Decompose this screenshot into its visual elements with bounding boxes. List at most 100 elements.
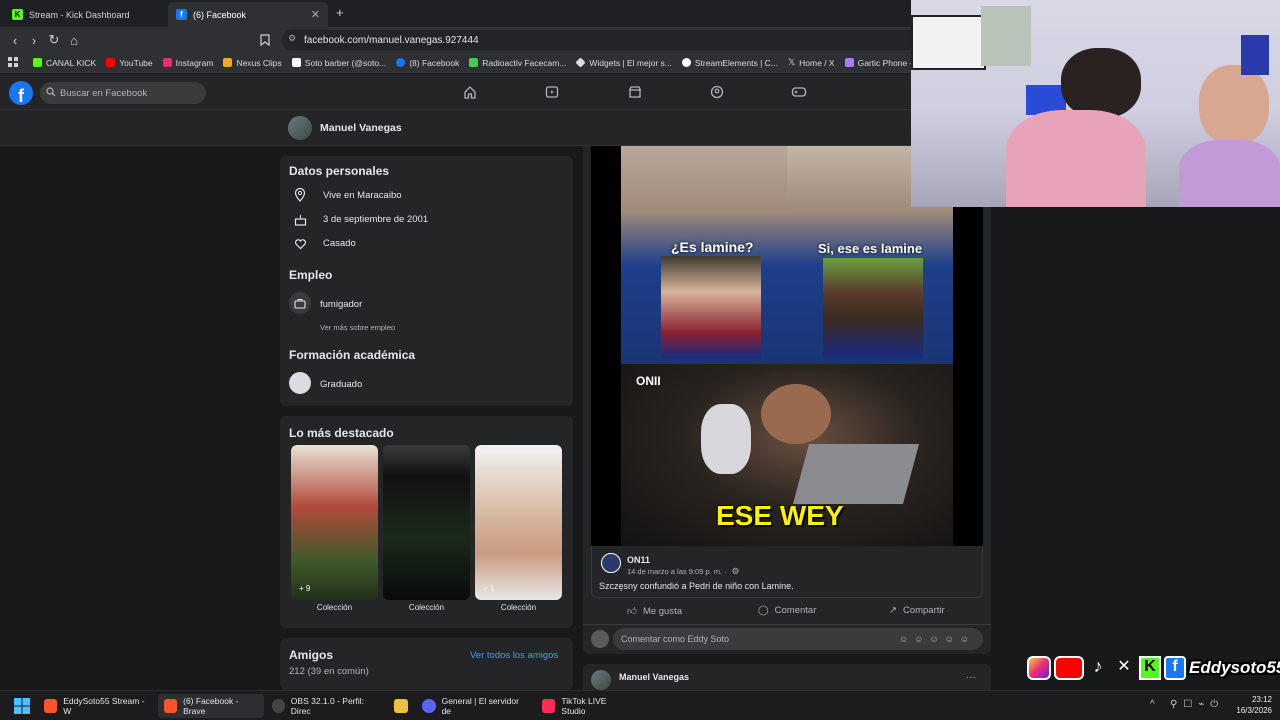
info-text: Vive en Maracaibo [323,189,402,201]
taskbar-item-discord[interactable]: General | El servidor de [416,694,534,718]
bookmark-icon[interactable] [257,32,273,48]
search-input[interactable]: Buscar en Facebook [40,82,206,104]
bookmark-x[interactable]: 𝕏 Home / X [788,57,835,68]
location-pin-icon [293,188,307,202]
url-input[interactable]: ⚙ facebook.com/manuel.vanegas.927444 [282,30,922,50]
instagram-icon [162,58,172,67]
highlight-thumbnail[interactable] [383,445,470,600]
section-title: Amigos [289,648,334,662]
x-icon: ✕ [1117,658,1131,675]
bookmark-label: Soto barber (@soto... [304,57,387,68]
webcam-person-shirt [1006,110,1146,207]
profile-name[interactable]: Manuel Vanegas [320,122,402,134]
comment-label: Comentar [774,605,817,616]
tab-kick-dashboard[interactable]: K Stream - Kick Dashboard [4,2,164,27]
close-icon[interactable]: ✕ [311,8,320,21]
taskbar: EddySoto55 Stream - W (6) Facebook - Bra… [0,690,1280,720]
marketplace-icon[interactable] [626,83,644,101]
post-date[interactable]: 14 de marzo a las 9:09 p. m. · [627,567,727,576]
reload-icon[interactable]: ↻ [46,32,62,48]
avatar[interactable] [601,553,621,573]
home-icon[interactable] [461,83,479,101]
groups-icon[interactable] [708,83,726,101]
bookmark-canal-kick[interactable]: CANAL KICK [33,58,96,68]
forward-icon[interactable]: › [26,32,42,48]
video-icon[interactable] [543,83,561,101]
clock-time[interactable]: 23:12 [1228,695,1272,704]
taskbar-label: (6) Facebook - Brave [183,696,239,716]
comment-button[interactable]: ◯ Comentar [758,605,816,616]
shared-post-info: ON11 14 de marzo a las 9:09 p. m. · ◍ Sz… [591,546,983,598]
see-all-friends-link[interactable]: Ver todos los amigos [470,650,558,661]
webcam-person-shirt [1179,140,1280,207]
facebook-icon [396,58,406,67]
globe-icon: ◍ [732,566,739,575]
more-options-icon[interactable]: ··· [966,672,976,683]
brave-icon [164,699,178,713]
avatar[interactable] [288,116,312,140]
search-icon [46,87,56,100]
nexus-icon [223,58,233,67]
tray-overflow-icon[interactable]: ^ [1150,699,1155,710]
tray-icons[interactable]: ⚲☐⌁⏻ [1170,699,1224,710]
meme-panel [621,146,787,364]
post-author[interactable]: ON11 [627,555,650,565]
meme-inset-image [661,256,761,358]
gaming-icon[interactable] [790,83,808,101]
share-button[interactable]: ↗ Compartir [889,605,945,616]
highlight-thumbnail[interactable]: + 9 [291,445,378,600]
avatar[interactable] [591,670,611,690]
taskbar-item-brave-stream[interactable]: EddySoto55 Stream - W [38,694,156,718]
taskbar-item-brave-facebook[interactable]: (6) Facebook - Brave [158,694,264,718]
section-title: Datos personales [289,164,390,178]
youtube-icon [106,58,116,67]
taskbar-item-obs[interactable]: OBS 32.1.0 - Perfil: Direc [266,694,384,718]
social-overlay: ♪ ✕ K f Eddysoto55 [1027,656,1280,680]
emoji-icons[interactable]: ☺☺☺☺☺ [899,634,975,644]
folder-icon [394,699,408,713]
bookmark-label: YouTube [119,57,153,68]
info-row-birthday: 3 de septiembre de 2001 [293,212,428,226]
like-label: Me gusta [642,605,683,617]
see-more-job-link[interactable]: Ver más sobre empleo [320,323,395,332]
highlight-thumbnail[interactable]: + 1 [475,445,562,600]
meme-inset-image [823,258,923,358]
bookmark-streamelements[interactable]: StreamElements | C... [681,58,778,68]
bookmark-facebook[interactable]: (8) Facebook [396,58,459,68]
taskbar-item-tiktok-live[interactable]: TikTok LIVE Studio [536,694,636,718]
section-title: Lo más destacado [289,426,394,440]
comment-input[interactable]: Comentar como Eddy Soto ☺☺☺☺☺ [613,628,983,650]
highlight-label: Colección [316,603,353,612]
youtube-icon [1054,656,1084,680]
windows-icon [14,698,30,714]
tab-facebook[interactable]: f (6) Facebook ✕ [168,2,328,27]
kick-icon: K [1139,656,1161,680]
post-author[interactable]: Manuel Vanegas [619,672,689,682]
bookmark-youtube[interactable]: YouTube [106,57,153,68]
site-settings-icon[interactable]: ⚙ [288,33,296,44]
bookmark-instagram[interactable]: Instagram [162,58,213,68]
discord-icon [422,699,436,713]
apps-icon[interactable] [8,57,19,68]
highlight-label: Colección [408,603,445,612]
heart-icon [293,236,307,250]
instagram-icon [1027,656,1051,680]
comment-icon: ◯ [758,605,769,616]
info-row-relationship: Casado [293,236,356,250]
webcam-pennant [1241,35,1269,75]
new-tab-button[interactable]: + [336,5,344,20]
start-button[interactable] [8,694,36,718]
facebook-logo-icon[interactable]: f [9,81,33,105]
meme-face [761,384,831,444]
highlight-count: + 9 [299,584,311,593]
post-card: ¿Es lamine? Si, ese es lamine ONII ESE W… [583,146,991,654]
home-icon[interactable]: ⌂ [66,32,82,48]
bookmark-soto-barber[interactable]: Soto barber (@soto... [291,57,387,68]
clock-date[interactable]: 16/3/2026 [1222,706,1272,715]
back-icon[interactable]: ‹ [7,32,23,48]
bookmark-widgets[interactable]: Widgets | El mejor s... [575,57,672,68]
bookmark-nexus-clips[interactable]: Nexus Clips [223,58,282,68]
like-button[interactable]: 👍︎ Me gusta [627,605,683,618]
bookmark-radioactiv[interactable]: Radioactiv Facecam... [469,58,566,68]
tab-label: Stream - Kick Dashboard [29,9,130,20]
